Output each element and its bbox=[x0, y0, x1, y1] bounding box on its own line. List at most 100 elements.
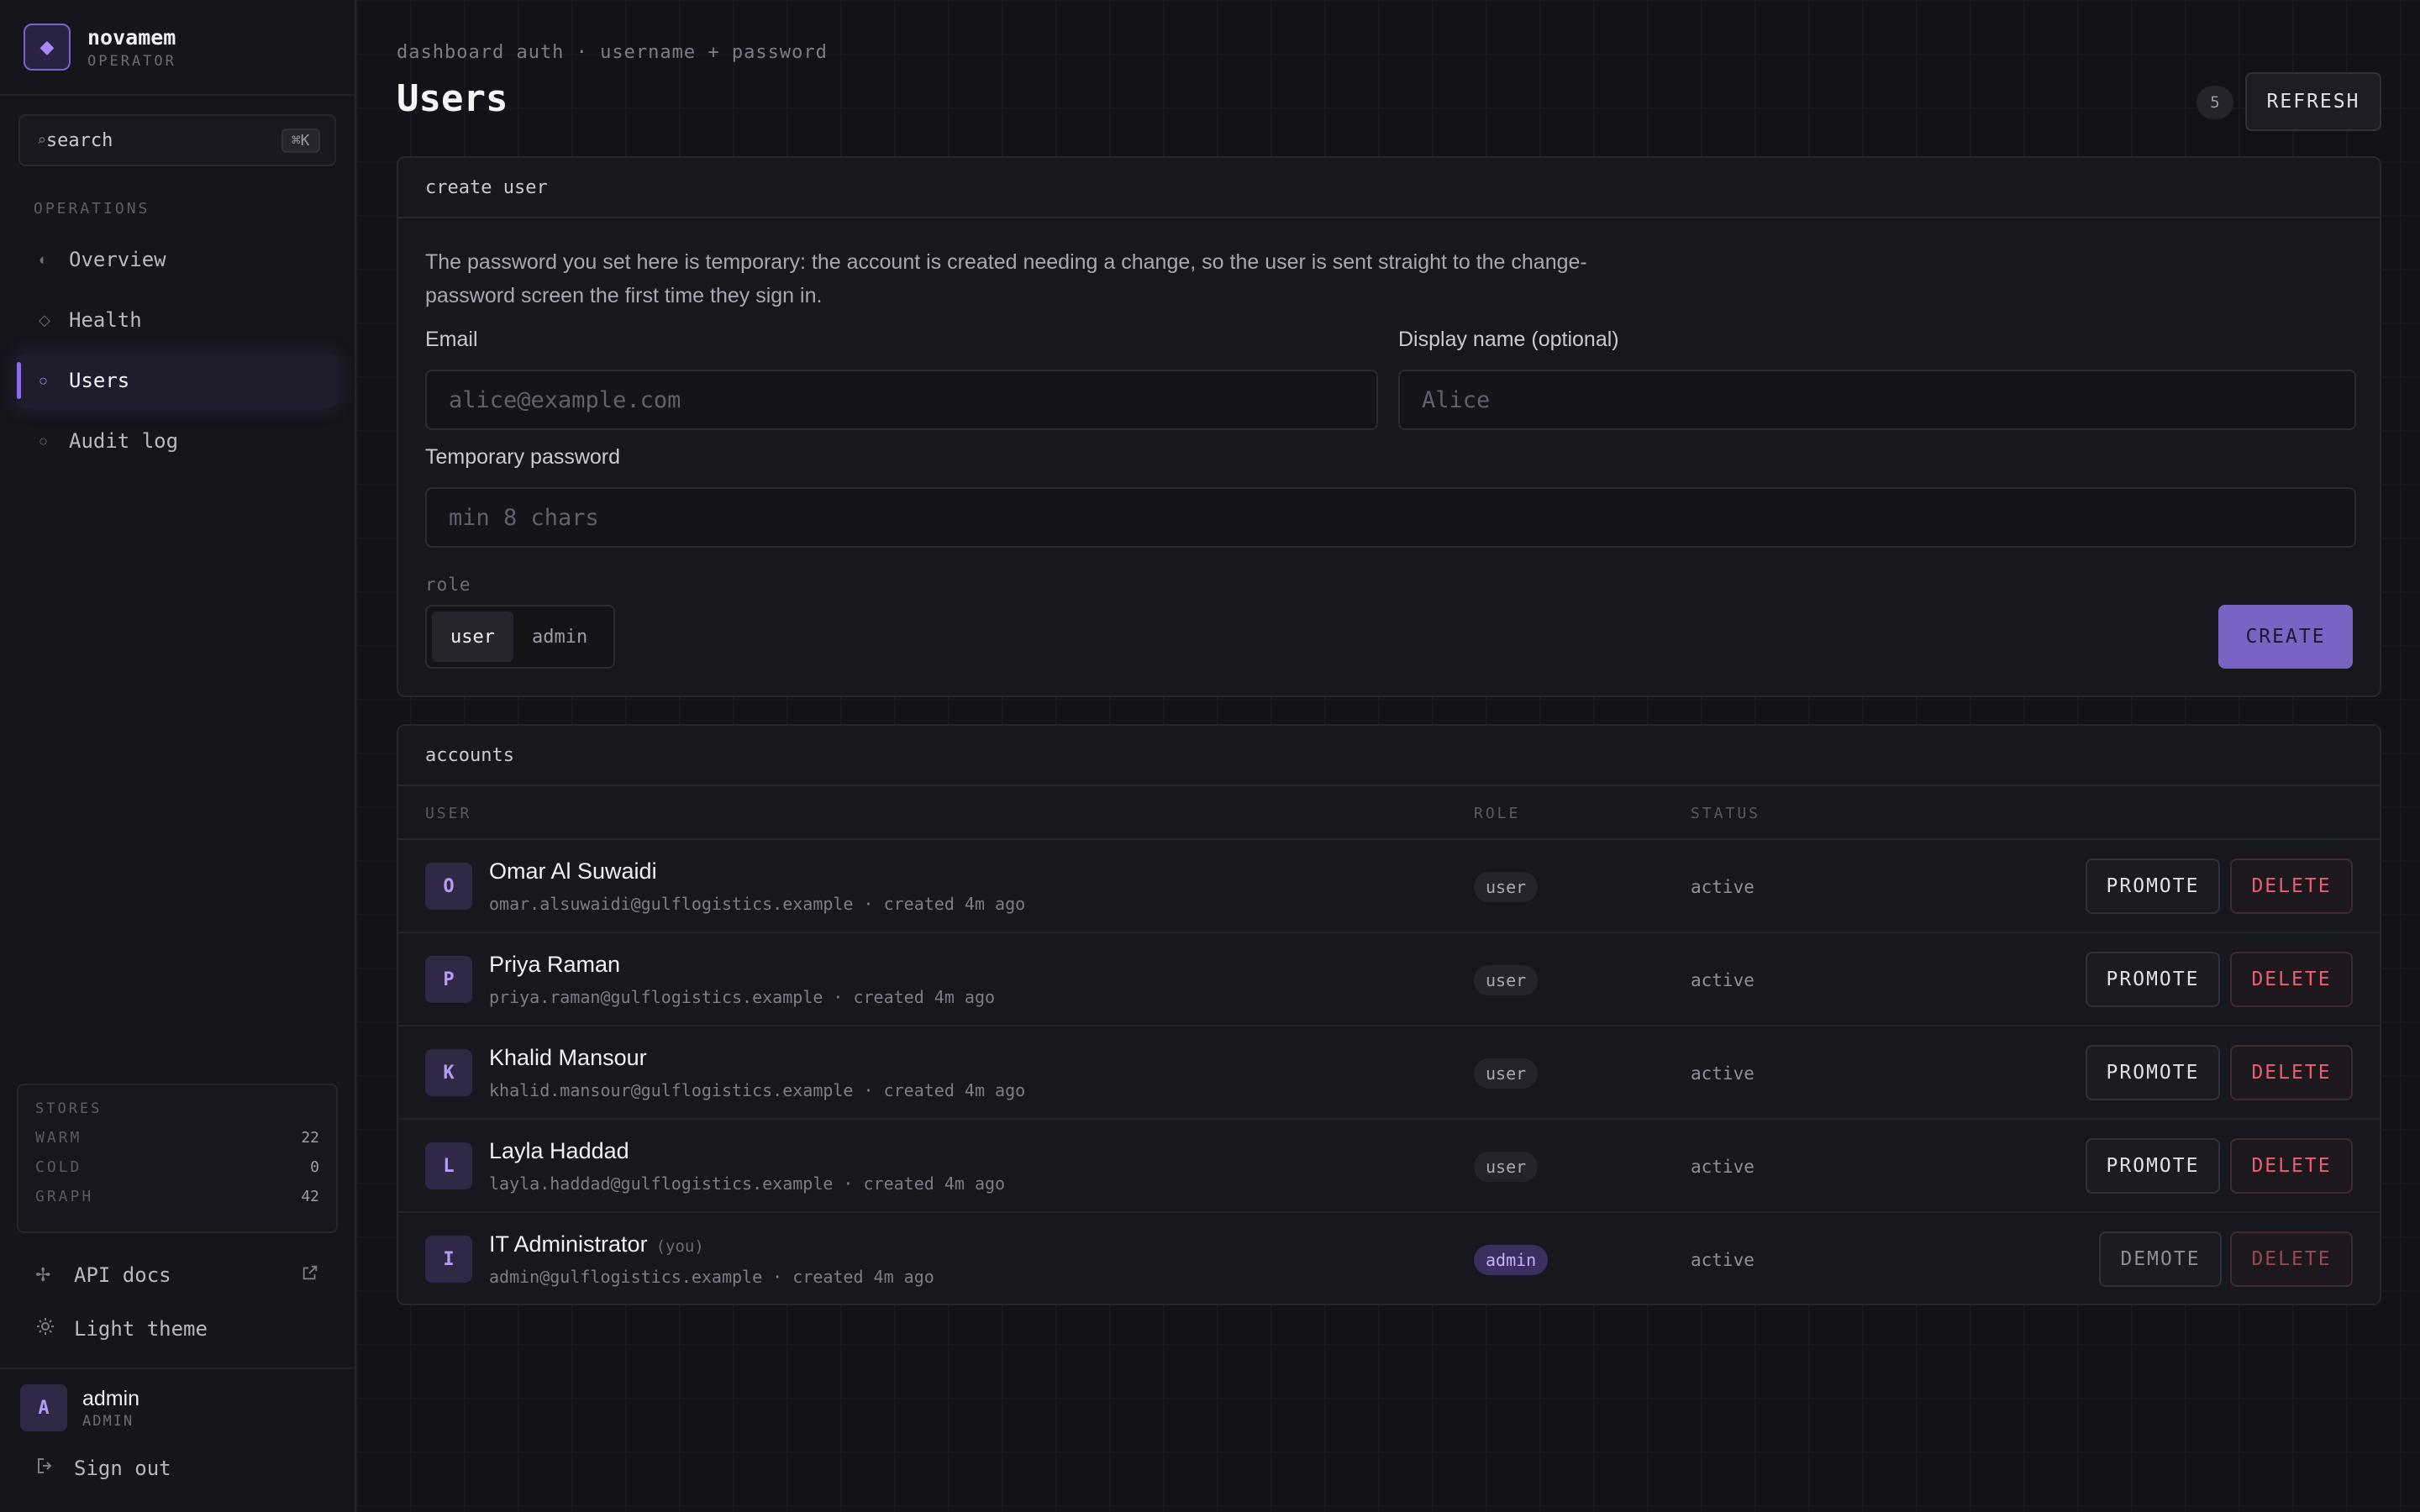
avatar: O bbox=[425, 863, 472, 910]
role-label: role bbox=[425, 575, 471, 595]
email-label: Email bbox=[425, 328, 478, 351]
delete-button[interactable]: DELETE bbox=[2230, 1231, 2353, 1287]
sun-icon bbox=[35, 1316, 74, 1341]
column-header-role: ROLE bbox=[1474, 805, 1521, 822]
user-name: Layla Haddad bbox=[489, 1138, 638, 1164]
user-meta: khalid.mansour@gulflogistics.example · c… bbox=[489, 1080, 1026, 1100]
plus-icon: ✢ bbox=[35, 1264, 51, 1285]
external-link-icon bbox=[301, 1263, 319, 1287]
user-meta: admin@gulflogistics.example · created 4m… bbox=[489, 1267, 934, 1287]
user-name: IT Administrator (you) bbox=[489, 1231, 704, 1257]
role-option-user[interactable]: user bbox=[432, 612, 513, 662]
search-box[interactable]: ⌕ ⌘K bbox=[18, 114, 336, 166]
accounts-card: accounts USER ROLE STATUS O Omar Al Suwa… bbox=[397, 724, 2381, 1305]
diamond-outline-icon: ◇ bbox=[39, 311, 50, 328]
theme-toggle[interactable]: Light theme bbox=[17, 1304, 338, 1354]
search-shortcut: ⌘K bbox=[281, 128, 320, 153]
you-tag: (you) bbox=[655, 1237, 704, 1256]
refresh-button[interactable]: REFRESH bbox=[2245, 72, 2381, 131]
demote-button[interactable]: DEMOTE bbox=[2099, 1231, 2222, 1287]
brand-subtitle: OPERATOR bbox=[87, 52, 176, 70]
api-docs-label: API docs bbox=[74, 1263, 171, 1287]
user-name-text: Omar Al Suwaidi bbox=[489, 858, 657, 884]
table-row: I IT Administrator (you) admin@gulflogist… bbox=[398, 1213, 2380, 1306]
diamond-icon: ◆ bbox=[24, 24, 71, 71]
promote-button[interactable]: PROMOTE bbox=[2086, 952, 2220, 1007]
store-row-cold: COLD 0 bbox=[35, 1158, 319, 1176]
display-name-label: Display name (optional) bbox=[1398, 328, 1619, 351]
brand-name: novamem bbox=[87, 24, 176, 50]
status-text: active bbox=[1691, 1063, 1754, 1084]
delete-button[interactable]: DELETE bbox=[2230, 858, 2353, 914]
sign-out-icon bbox=[35, 1456, 74, 1481]
nav: ◐ Overview ◇ Health ○ Users ○ Audit log bbox=[0, 226, 355, 468]
column-header-user: USER bbox=[425, 805, 472, 822]
breadcrumb: dashboard auth · username + password bbox=[397, 42, 828, 63]
nav-section-label: OPERATIONS bbox=[34, 200, 150, 218]
create-button[interactable]: CREATE bbox=[2218, 605, 2353, 669]
role-option-admin[interactable]: admin bbox=[513, 612, 606, 662]
password-label: Temporary password bbox=[425, 445, 621, 469]
store-key: GRAPH bbox=[35, 1188, 94, 1205]
user-name-text: Priya Raman bbox=[489, 952, 621, 977]
user-name: Khalid Mansour bbox=[489, 1045, 655, 1071]
sidebar: ◆ novamem OPERATOR ⌕ ⌘K OPERATIONS ◐ Ove… bbox=[0, 0, 356, 1512]
store-row-graph: GRAPH 42 bbox=[35, 1188, 319, 1205]
user-meta: omar.alsuwaidi@gulflogistics.example · c… bbox=[489, 894, 1026, 914]
column-header-status: STATUS bbox=[1691, 805, 1761, 822]
role-badge: user bbox=[1474, 872, 1539, 902]
status-text: active bbox=[1691, 970, 1754, 990]
display-name-field[interactable] bbox=[1398, 370, 2356, 430]
card-title: accounts bbox=[398, 726, 2380, 786]
user-meta: layla.haddad@gulflogistics.example · cre… bbox=[489, 1173, 1006, 1194]
table-row: K Khalid Mansour khalid.mansour@gulflogi… bbox=[398, 1026, 2380, 1120]
temporary-password-field[interactable] bbox=[425, 487, 2356, 548]
search-input[interactable] bbox=[45, 129, 281, 151]
promote-button[interactable]: PROMOTE bbox=[2086, 1138, 2220, 1194]
status-text: active bbox=[1691, 1157, 1754, 1177]
user-name-text: Khalid Mansour bbox=[489, 1045, 647, 1070]
user-name: Priya Raman bbox=[489, 952, 629, 978]
delete-button[interactable]: DELETE bbox=[2230, 1045, 2353, 1100]
sidebar-item-overview[interactable]: ◐ Overview bbox=[17, 233, 338, 286]
avatar: L bbox=[425, 1142, 472, 1189]
delete-button[interactable]: DELETE bbox=[2230, 952, 2353, 1007]
sidebar-item-label: Health bbox=[69, 308, 142, 332]
brand[interactable]: ◆ novamem OPERATOR bbox=[0, 0, 355, 94]
role-selector: user admin bbox=[425, 605, 615, 669]
promote-button[interactable]: PROMOTE bbox=[2086, 1045, 2220, 1100]
sign-out-label: Sign out bbox=[74, 1457, 171, 1480]
sign-out-button[interactable]: Sign out bbox=[17, 1443, 338, 1494]
sidebar-item-label: Users bbox=[69, 369, 130, 392]
avatar: A bbox=[20, 1384, 67, 1431]
api-docs-link[interactable]: ✢ API docs bbox=[17, 1250, 338, 1300]
sidebar-item-users[interactable]: ○ Users bbox=[17, 354, 338, 407]
delete-button[interactable]: DELETE bbox=[2230, 1138, 2353, 1194]
page-title: Users bbox=[397, 77, 508, 120]
sidebar-item-health[interactable]: ◇ Health bbox=[17, 293, 338, 347]
store-key: COLD bbox=[35, 1158, 82, 1176]
sidebar-item-label: Overview bbox=[69, 248, 166, 271]
store-value: 22 bbox=[301, 1129, 319, 1147]
email-field[interactable] bbox=[425, 370, 1378, 430]
user-name-text: IT Administrator bbox=[489, 1231, 648, 1257]
stores-title: STORES bbox=[35, 1100, 103, 1117]
avatar: K bbox=[425, 1049, 472, 1096]
avatar: I bbox=[425, 1236, 472, 1283]
store-row-warm: WARM 22 bbox=[35, 1129, 319, 1147]
promote-button[interactable]: PROMOTE bbox=[2086, 858, 2220, 914]
store-key: WARM bbox=[35, 1129, 82, 1147]
theme-label: Light theme bbox=[74, 1317, 208, 1341]
store-value: 0 bbox=[310, 1158, 319, 1176]
table-row: L Layla Haddad layla.haddad@gulflogistic… bbox=[398, 1120, 2380, 1213]
table-row: P Priya Raman priya.raman@gulflogistics.… bbox=[398, 933, 2380, 1026]
half-circle-icon: ◐ bbox=[39, 250, 48, 268]
circle-icon: ○ bbox=[39, 432, 48, 449]
create-user-card: create user The password you set here is… bbox=[397, 156, 2381, 697]
sidebar-item-audit-log[interactable]: ○ Audit log bbox=[17, 414, 338, 468]
user-name: Omar Al Suwaidi bbox=[489, 858, 666, 885]
divider bbox=[0, 1368, 355, 1369]
create-user-intro: The password you set here is temporary: … bbox=[425, 250, 1587, 307]
current-user-name: admin bbox=[82, 1386, 140, 1410]
status-text: active bbox=[1691, 877, 1754, 897]
